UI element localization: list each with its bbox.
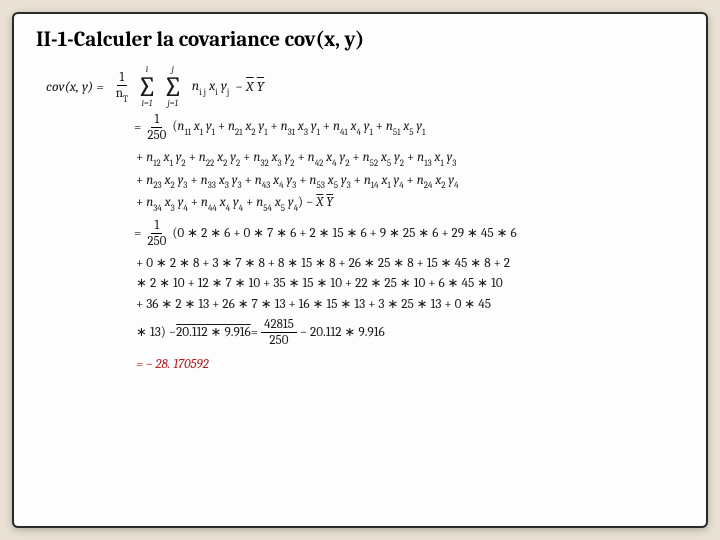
line-9: ∗ 13) − 20.112 ∗ 9.916 = 42815 250 − 20.…: [136, 318, 674, 349]
frac-42815-250: 42815 250: [261, 318, 297, 349]
frac-den: 250: [266, 333, 291, 349]
math-block: cov(x, y) = 1 nT i ∑ i=1 j ∑ j=1 ni j xi…: [46, 66, 674, 375]
line-10: = − 28. 170592: [136, 355, 674, 375]
line-1: = 1 250 (n11 x1 y1 + n21 x2 y1 + n31 x3 …: [134, 113, 674, 144]
line-1-text: (n11 x1 y1 + n21 x2 y1 + n31 x3 y1 + n41…: [172, 117, 425, 140]
frac-den: 250: [144, 234, 169, 250]
line-9-overline: 20.112 ∗ 9.916: [176, 323, 251, 343]
eq-sign: =: [134, 118, 141, 138]
frac-1-nT: 1 nT: [113, 71, 131, 105]
line-2: + n12 x1 y2 + n22 x2 y2 + n32 x3 y2 + n4…: [136, 148, 674, 171]
final-answer: = − 28. 170592: [136, 357, 209, 372]
frac-num: 1: [151, 113, 162, 128]
frac-num: 1: [117, 71, 128, 86]
line-4: + n34 x3 y4 + n44 x4 y4 + n54 x5 y4) − X…: [136, 193, 674, 216]
section-title: II-1-Calculer la covariance cov(x, y): [36, 28, 684, 52]
lhs: cov(x, y) =: [46, 77, 104, 97]
frac-den: 250: [144, 128, 169, 144]
sum-lower: j=1: [168, 100, 179, 109]
eq-sign: =: [134, 224, 141, 244]
frac-num: 1: [151, 219, 162, 234]
line-8: + 36 ∗ 2 ∗ 13 + 26 ∗ 7 ∗ 13 + 16 ∗ 15 ∗ …: [136, 295, 674, 315]
sum-i: i ∑ i=1: [137, 66, 157, 109]
line-7: ∗ 2 ∗ 10 + 12 ∗ 7 ∗ 10 + 35 ∗ 15 ∗ 10 + …: [136, 274, 674, 294]
sum-j: j ∑ j=1: [163, 66, 183, 109]
line-5: = 1 250 (0 ∗ 2 ∗ 6 + 0 ∗ 7 ∗ 6 + 2 ∗ 15 …: [134, 219, 674, 250]
line-3: + n23 x2 y3 + n33 x3 y3 + n43 x4 y3 + n5…: [136, 171, 674, 194]
expansion-lines: = 1 250 (n11 x1 y1 + n21 x2 y1 + n31 x3 …: [136, 113, 674, 375]
sum-term: ni j xi yj: [192, 76, 230, 99]
frac-1-250: 1 250: [144, 113, 169, 144]
formula-general: cov(x, y) = 1 nT i ∑ i=1 j ∑ j=1 ni j xi…: [46, 66, 674, 109]
minus-xybar: − X Y: [235, 77, 264, 97]
sum-lower: i=1: [142, 100, 153, 109]
frac-num: 42815: [261, 318, 297, 333]
eq-sign: =: [251, 323, 258, 343]
line-9a: ∗ 13) −: [136, 323, 176, 343]
line-9d: − 20.112 ∗ 9.916: [300, 323, 385, 343]
frac-den: nT: [113, 86, 131, 104]
line-6: + 0 ∗ 2 ∗ 8 + 3 ∗ 7 ∗ 8 + 8 ∗ 15 ∗ 8 + 2…: [136, 254, 674, 274]
slide: II-1-Calculer la covariance cov(x, y) co…: [12, 12, 708, 528]
frac-1-250-b: 1 250: [144, 219, 169, 250]
line-5-text: (0 ∗ 2 ∗ 6 + 0 ∗ 7 ∗ 6 + 2 ∗ 15 ∗ 6 + 9 …: [172, 224, 516, 244]
